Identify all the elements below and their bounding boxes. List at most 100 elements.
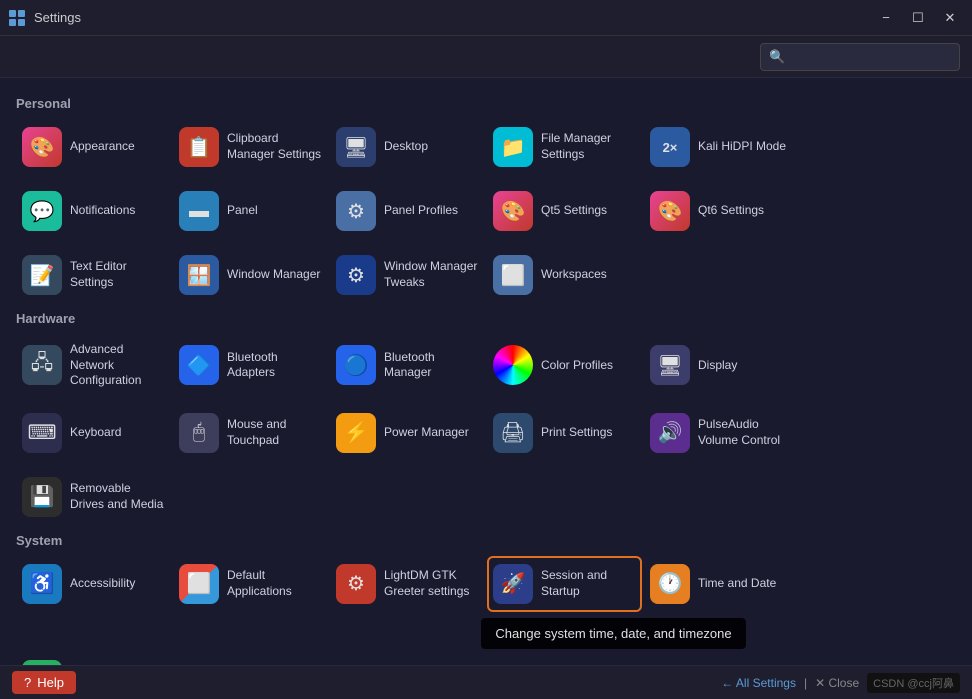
sidebar-item-power[interactable]: ⚡ Power Manager — [330, 405, 485, 461]
lightdm-icon: ⚙ — [336, 564, 376, 604]
kali-hidpi-label: Kali HiDPI Mode — [698, 139, 786, 155]
sidebar-item-notifications[interactable]: 💬 Notifications — [16, 183, 171, 239]
panel-profiles-icon: ⚙ — [336, 191, 376, 231]
window-title: Settings — [34, 10, 872, 25]
sidebar-item-text-editor[interactable]: 📝 Text Editor Settings — [16, 247, 171, 303]
sidebar-item-keyboard[interactable]: ⌨ Keyboard — [16, 405, 171, 461]
watermark: CSDN @ccj阿鼻 — [867, 673, 960, 693]
titlebar: Settings − ☐ ✕ — [0, 0, 972, 36]
separator: | — [804, 676, 807, 690]
sidebar-item-qt5[interactable]: 🎨 Qt5 Settings — [487, 183, 642, 239]
sidebar-item-display[interactable]: 🖥 Display — [644, 334, 799, 397]
color-profiles-label: Color Profiles — [541, 358, 613, 374]
mouse-label: Mouse and Touchpad — [227, 417, 322, 448]
pulseaudio-icon: 🔊 — [650, 413, 690, 453]
time-date-icon: 🕐 — [650, 564, 690, 604]
accessibility-icon: ♿ — [22, 564, 62, 604]
sidebar-item-mouse[interactable]: 🖱 Mouse and Touchpad — [173, 405, 328, 461]
sidebar-item-users-groups[interactable]: 👤 Users and Groups — [16, 652, 171, 665]
sidebar-item-desktop[interactable]: 🖥 Desktop — [330, 119, 485, 175]
mouse-icon: 🖱 — [179, 413, 219, 453]
notifications-icon: 💬 — [22, 191, 62, 231]
sidebar-item-workspaces[interactable]: ⬜ Workspaces — [487, 247, 642, 303]
bt-manager-label: Bluetooth Manager — [384, 350, 479, 381]
sidebar-item-panel-profiles[interactable]: ⚙ Panel Profiles — [330, 183, 485, 239]
help-label: Help — [37, 675, 64, 690]
qt5-icon: 🎨 — [493, 191, 533, 231]
search-box[interactable]: 🔍 — [760, 43, 960, 71]
window-controls: − ☐ ✕ — [872, 8, 964, 28]
default-apps-icon: ⬜ — [179, 564, 219, 604]
sidebar-item-window-manager[interactable]: 🪟 Window Manager — [173, 247, 328, 303]
personal-row1: 🎨 Appearance 📋 Clipboard Manager Setting… — [16, 119, 956, 175]
tooltip-box: Change system time, date, and timezone — [481, 618, 745, 649]
desktop-label: Desktop — [384, 139, 428, 155]
time-date-label: Time and Date — [698, 576, 776, 592]
sidebar-item-color-profiles[interactable]: Color Profiles — [487, 334, 642, 397]
adv-network-label: Advanced Network Configuration — [70, 342, 165, 389]
sidebar-item-qt6[interactable]: 🎨 Qt6 Settings — [644, 183, 799, 239]
section-personal: Personal — [16, 96, 956, 111]
power-icon: ⚡ — [336, 413, 376, 453]
hardware-row2: ⌨ Keyboard 🖱 Mouse and Touchpad ⚡ Power … — [16, 405, 956, 461]
wm-tweaks-label: Window Manager Tweaks — [384, 259, 479, 290]
sidebar-item-session[interactable]: 🚀 Session and Startup — [487, 556, 642, 612]
workspaces-icon: ⬜ — [493, 255, 533, 295]
workspaces-label: Workspaces — [541, 267, 607, 283]
main-content: Personal 🎨 Appearance 📋 Clipboard Manage… — [0, 78, 972, 665]
panel-label: Panel — [227, 203, 258, 219]
sidebar-item-removable[interactable]: 💾 Removable Drives and Media — [16, 469, 171, 525]
sidebar-item-bt-adapters[interactable]: 🔷 Bluetooth Adapters — [173, 334, 328, 397]
file-manager-label: File Manager Settings — [541, 131, 636, 162]
panel-profiles-label: Panel Profiles — [384, 203, 458, 219]
text-editor-label: Text Editor Settings — [70, 259, 165, 290]
bt-manager-icon: 🔵 — [336, 345, 376, 385]
sidebar-item-kali-hidpi[interactable]: 2× Kali HiDPI Mode — [644, 119, 799, 175]
sidebar-item-appearance[interactable]: 🎨 Appearance — [16, 119, 171, 175]
color-profiles-icon — [493, 345, 533, 385]
sidebar-item-panel[interactable]: ▬ Panel — [173, 183, 328, 239]
sidebar-item-wm-tweaks[interactable]: ⚙ Window Manager Tweaks — [330, 247, 485, 303]
adv-network-icon: 🖧 — [22, 345, 62, 385]
qt5-label: Qt5 Settings — [541, 203, 607, 219]
search-input[interactable] — [789, 49, 951, 64]
help-button[interactable]: ? Help — [12, 671, 76, 694]
keyboard-icon: ⌨ — [22, 413, 62, 453]
hardware-row1: 🖧 Advanced Network Configuration 🔷 Bluet… — [16, 334, 956, 397]
clipboard-icon: 📋 — [179, 127, 219, 167]
power-label: Power Manager — [384, 425, 469, 441]
appearance-label: Appearance — [70, 139, 135, 155]
minimize-button[interactable]: − — [872, 8, 900, 28]
sidebar-item-default-apps[interactable]: ⬜ Default Applications — [173, 556, 328, 612]
close-button[interactable]: ✕ — [936, 8, 964, 28]
text-editor-icon: 📝 — [22, 255, 62, 295]
sidebar-item-bt-manager[interactable]: 🔵 Bluetooth Manager — [330, 334, 485, 397]
default-apps-label: Default Applications — [227, 568, 322, 599]
sidebar-item-accessibility[interactable]: ♿ Accessibility — [16, 556, 171, 612]
qt6-label: Qt6 Settings — [698, 203, 764, 219]
section-system: System — [16, 533, 956, 548]
personal-row3: 📝 Text Editor Settings 🪟 Window Manager … — [16, 247, 956, 303]
all-settings-link[interactable]: ← All Settings — [721, 676, 796, 690]
maximize-button[interactable]: ☐ — [904, 8, 932, 28]
close-link[interactable]: ✕ Close — [815, 676, 859, 690]
sidebar-item-lightdm[interactable]: ⚙ LightDM GTK Greeter settings — [330, 556, 485, 612]
sidebar-item-file-manager[interactable]: 📁 File Manager Settings — [487, 119, 642, 175]
sidebar-item-adv-network[interactable]: 🖧 Advanced Network Configuration — [16, 334, 171, 397]
wm-tweaks-icon: ⚙ — [336, 255, 376, 295]
personal-row2: 💬 Notifications ▬ Panel ⚙ Panel Profiles… — [16, 183, 956, 239]
system-row2: 👤 Users and Groups — [16, 652, 956, 665]
bottombar: ? Help ← All Settings | ✕ Close CSDN @cc… — [0, 665, 972, 699]
bottom-right: ← All Settings | ✕ Close CSDN @ccj阿鼻 — [721, 673, 960, 693]
sidebar-item-pulseaudio[interactable]: 🔊 PulseAudio Volume Control — [644, 405, 799, 461]
panel-icon: ▬ — [179, 191, 219, 231]
sidebar-item-clipboard[interactable]: 📋 Clipboard Manager Settings — [173, 119, 328, 175]
section-hardware: Hardware — [16, 311, 956, 326]
sidebar-item-print[interactable]: 🖨 Print Settings — [487, 405, 642, 461]
file-manager-icon: 📁 — [493, 127, 533, 167]
sidebar-item-time-date[interactable]: 🕐 Time and Date — [644, 556, 799, 612]
help-icon: ? — [24, 675, 31, 690]
session-icon: 🚀 — [493, 564, 533, 604]
lightdm-label: LightDM GTK Greeter settings — [384, 568, 479, 599]
print-icon: 🖨 — [493, 413, 533, 453]
